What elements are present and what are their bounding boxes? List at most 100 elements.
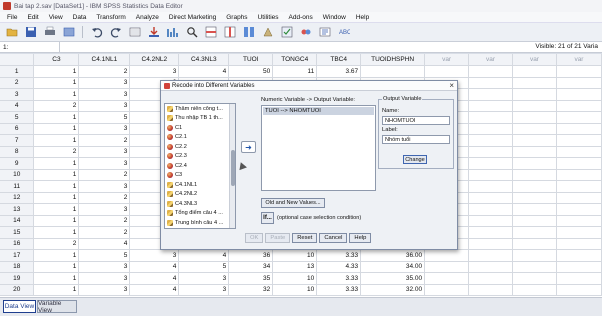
close-icon[interactable]: × xyxy=(449,81,454,90)
data-cell[interactable]: 1 xyxy=(33,192,80,204)
data-cell[interactable] xyxy=(468,157,513,170)
split-file-icon[interactable] xyxy=(241,25,256,39)
data-cell[interactable]: 36 xyxy=(228,249,274,262)
row-number[interactable]: 19 xyxy=(0,272,35,285)
column-header[interactable]: TUOIDHSPHN xyxy=(360,54,426,66)
data-cell[interactable] xyxy=(512,111,557,124)
data-cell[interactable]: 2 xyxy=(78,134,131,147)
row-number[interactable]: 16 xyxy=(0,238,35,250)
data-cell[interactable]: 3 xyxy=(78,88,131,101)
use-sets-icon[interactable] xyxy=(317,25,332,39)
data-cell[interactable] xyxy=(468,169,513,181)
data-cell[interactable]: 1 xyxy=(33,249,80,262)
data-cell[interactable]: 1 xyxy=(33,88,80,101)
goto-variable-icon[interactable] xyxy=(146,25,161,39)
data-cell[interactable] xyxy=(556,180,602,193)
data-cell[interactable]: 4 xyxy=(178,249,230,262)
print-icon[interactable] xyxy=(42,25,57,39)
variable-list-item[interactable]: C4.3NL3 xyxy=(165,199,235,209)
data-cell[interactable] xyxy=(468,88,513,101)
help-button[interactable]: Help xyxy=(349,233,372,243)
data-cell[interactable] xyxy=(556,100,602,112)
data-cell[interactable] xyxy=(556,272,602,285)
data-cell[interactable] xyxy=(512,157,557,170)
cancel-button[interactable]: Cancel xyxy=(319,233,348,243)
data-cell[interactable] xyxy=(556,111,602,124)
column-header[interactable]: C4.1NL1 xyxy=(78,54,131,66)
menu-view[interactable]: View xyxy=(44,14,68,21)
data-cell[interactable] xyxy=(556,157,602,170)
data-cell[interactable]: 2 xyxy=(78,169,131,181)
data-cell[interactable]: 1 xyxy=(33,157,80,170)
data-cell[interactable] xyxy=(468,203,513,216)
menu-file[interactable]: File xyxy=(2,14,22,21)
dialog-recall-icon[interactable] xyxy=(61,25,76,39)
data-cell[interactable] xyxy=(512,192,557,204)
data-cell[interactable] xyxy=(556,203,602,216)
row-number[interactable]: 8 xyxy=(0,146,35,158)
data-cell[interactable] xyxy=(512,100,557,112)
data-cell[interactable]: 1 xyxy=(33,134,80,147)
data-cell[interactable] xyxy=(556,226,602,239)
data-cell[interactable]: 4.33 xyxy=(316,261,362,273)
data-cell[interactable]: 3.33 xyxy=(316,272,362,285)
spell-check-icon[interactable]: ABC xyxy=(336,25,351,39)
data-cell[interactable]: 3 xyxy=(129,65,180,78)
data-cell[interactable] xyxy=(512,238,557,250)
data-cell[interactable]: 3.33 xyxy=(316,249,362,262)
data-cell[interactable] xyxy=(468,111,513,124)
data-cell[interactable]: 1 xyxy=(33,226,80,239)
data-cell[interactable] xyxy=(556,261,602,273)
variable-list-item[interactable]: C4.2NL2 xyxy=(165,190,235,200)
variable-list-item[interactable]: C2.4 xyxy=(165,161,235,171)
variables-icon[interactable] xyxy=(165,25,180,39)
variable-list-item[interactable]: C2.1 xyxy=(165,133,235,143)
scroll-thumb[interactable] xyxy=(231,150,235,186)
data-cell[interactable] xyxy=(468,284,513,296)
data-cell[interactable] xyxy=(512,146,557,158)
data-cell[interactable]: 2 xyxy=(33,238,80,250)
data-cell[interactable]: 5 xyxy=(78,249,131,262)
menu-transform[interactable]: Transform xyxy=(91,14,130,21)
paste-button[interactable]: Paste xyxy=(265,233,291,243)
row-number[interactable]: 9 xyxy=(0,157,35,170)
row-number[interactable]: 14 xyxy=(0,215,35,227)
data-cell[interactable]: 1 xyxy=(33,203,80,216)
column-header[interactable]: var xyxy=(556,54,602,66)
data-cell[interactable] xyxy=(512,226,557,239)
column-header[interactable]: C3 xyxy=(33,54,80,66)
cell-reference[interactable]: 1: xyxy=(0,42,60,52)
data-cell[interactable] xyxy=(468,100,513,112)
tab-variable-view[interactable]: Variable View xyxy=(37,300,77,314)
menu-window[interactable]: Window xyxy=(318,14,351,21)
data-cell[interactable] xyxy=(468,65,513,78)
data-cell[interactable]: 3 xyxy=(178,272,230,285)
menu-utilities[interactable]: Utilities xyxy=(253,14,284,21)
select-cases-icon[interactable] xyxy=(279,25,294,39)
data-cell[interactable]: 3 xyxy=(78,284,131,296)
menu-add-ons[interactable]: Add-ons xyxy=(284,14,318,21)
variable-list-scrollbar[interactable] xyxy=(229,104,235,228)
data-cell[interactable] xyxy=(556,169,602,181)
data-cell[interactable]: 1 xyxy=(33,272,80,285)
insert-variable-icon[interactable] xyxy=(222,25,237,39)
data-cell[interactable]: 13 xyxy=(272,261,318,273)
data-cell[interactable]: 3 xyxy=(78,77,131,89)
data-cell[interactable] xyxy=(512,203,557,216)
data-cell[interactable]: 35.00 xyxy=(360,272,426,285)
row-number[interactable]: 4 xyxy=(0,100,35,112)
data-cell[interactable] xyxy=(556,88,602,101)
source-variable-list[interactable]: Thâm niên công t... Thu nhập TB 1 th... C1… xyxy=(164,103,236,229)
data-cell[interactable] xyxy=(468,192,513,204)
data-cell[interactable]: 2 xyxy=(78,226,131,239)
data-cell[interactable] xyxy=(512,284,557,296)
data-cell[interactable]: 3.33 xyxy=(316,284,362,296)
ok-button[interactable]: OK xyxy=(245,233,264,243)
data-cell[interactable] xyxy=(556,215,602,227)
data-cell[interactable] xyxy=(468,180,513,193)
data-cell[interactable]: 34.00 xyxy=(360,261,426,273)
data-cell[interactable]: 4 xyxy=(129,272,180,285)
output-label-field[interactable]: Nhóm tuổi xyxy=(382,135,450,144)
row-number[interactable]: 12 xyxy=(0,192,35,204)
row-number[interactable]: 1 xyxy=(0,65,35,78)
